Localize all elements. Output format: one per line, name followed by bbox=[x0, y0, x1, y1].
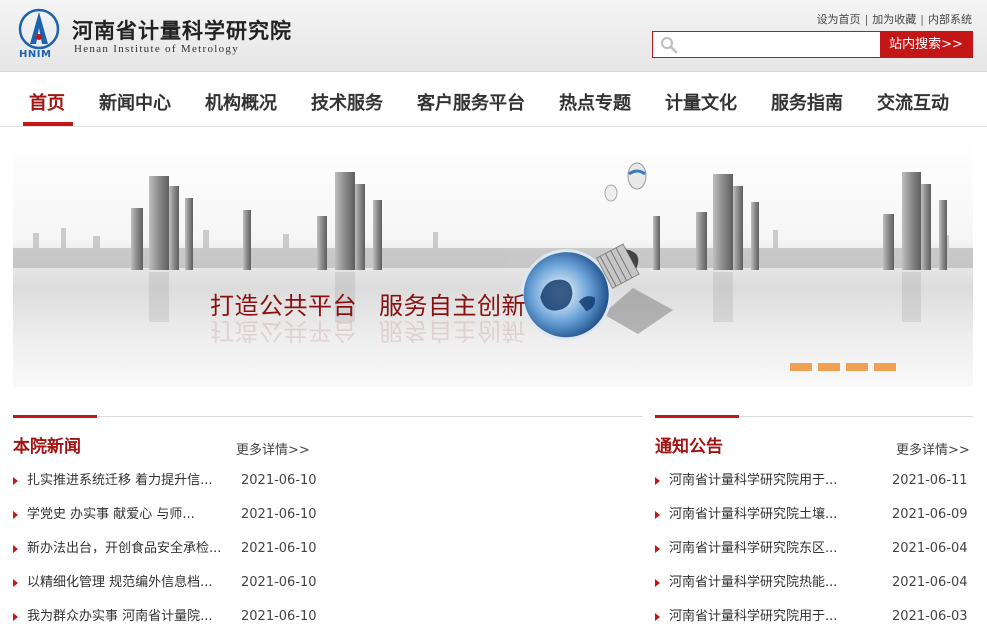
banner-slogan-1-reflection: 打造公共平台 bbox=[210, 317, 357, 345]
top-links: 设为首页 | 加为收藏 | 内部系统 bbox=[817, 11, 972, 27]
news-section-divider bbox=[13, 416, 643, 417]
balloon-icon bbox=[604, 162, 647, 202]
notice-item-title[interactable]: 河南省计量科学研究院土壤... bbox=[669, 504, 837, 526]
site-search-button[interactable]: 站内搜索>> bbox=[880, 32, 972, 57]
logo-text: HNIM bbox=[19, 49, 52, 60]
banner-slogan-reflection: 打造公共平台 服务自主创新 bbox=[210, 316, 526, 351]
nav-item-home[interactable]: 首页 bbox=[29, 89, 65, 115]
notice-item-date: 2021-06-11 bbox=[892, 473, 968, 488]
site-search: 站内搜索>> bbox=[652, 31, 973, 58]
notice-item-title[interactable]: 河南省计量科学研究院热能... bbox=[669, 572, 837, 594]
news-item-title[interactable]: 我为群众办实事 河南省计量院... bbox=[27, 606, 213, 628]
bullet-icon bbox=[655, 613, 660, 621]
top-link-separator: | bbox=[864, 13, 869, 26]
nav-active-indicator bbox=[23, 122, 73, 126]
nav-item-tech-service[interactable]: 技术服务 bbox=[311, 89, 383, 115]
site-title-en: Henan Institute of Metrology bbox=[74, 43, 240, 55]
site-title-cn: 河南省计量科学研究院 bbox=[72, 18, 292, 43]
notice-item-title[interactable]: 河南省计量科学研究院用于... bbox=[669, 470, 837, 492]
nav-item-overview[interactable]: 机构概况 bbox=[205, 89, 277, 115]
bullet-icon bbox=[655, 545, 660, 553]
bullet-icon bbox=[655, 579, 660, 587]
nav-item-interaction[interactable]: 交流互动 bbox=[877, 89, 949, 115]
top-link-separator: | bbox=[920, 13, 924, 26]
notice-item-date: 2021-06-04 bbox=[892, 541, 968, 556]
main-nav: 首页 新闻中心 机构概况 技术服务 客户服务平台 热点专题 计量文化 服务指南 … bbox=[0, 73, 987, 127]
carousel-dot-2[interactable] bbox=[818, 363, 840, 371]
search-input[interactable] bbox=[683, 34, 879, 55]
news-section-accent bbox=[13, 415, 97, 418]
carousel-dot-3[interactable] bbox=[846, 363, 868, 371]
notice-item-date: 2021-06-04 bbox=[892, 575, 968, 590]
add-favorite-link[interactable]: 加为收藏 bbox=[872, 13, 916, 26]
nav-item-metrology-culture[interactable]: 计量文化 bbox=[665, 89, 737, 115]
notice-item-title[interactable]: 河南省计量科学研究院用于... bbox=[669, 606, 837, 628]
news-more-link[interactable]: 更多详情>> bbox=[236, 439, 310, 458]
bullet-icon bbox=[13, 545, 18, 553]
nav-item-news-center[interactable]: 新闻中心 bbox=[99, 89, 171, 115]
lightbulb-globe-icon bbox=[520, 243, 673, 341]
news-item-title[interactable]: 新办法出台，开创食品安全承检... bbox=[27, 538, 221, 560]
news-item-title[interactable]: 扎实推进系统迁移 着力提升信... bbox=[27, 470, 213, 492]
hero-banner[interactable]: 打造公共平台 服务自主创新 打造公共平台 服务自主创新 bbox=[13, 138, 973, 387]
nav-item-customer-platform[interactable]: 客户服务平台 bbox=[417, 89, 525, 115]
notices-section-accent bbox=[655, 415, 739, 418]
carousel-indicators bbox=[790, 356, 902, 375]
news-item-date: 2021-06-10 bbox=[241, 541, 317, 556]
news-item-date: 2021-06-10 bbox=[241, 507, 317, 522]
news-item-title[interactable]: 以精细化管理 规范编外信息档... bbox=[27, 572, 213, 594]
notice-item-title[interactable]: 河南省计量科学研究院东区... bbox=[669, 538, 837, 560]
internal-system-link[interactable]: 内部系统 bbox=[928, 13, 972, 26]
carousel-dot-1[interactable] bbox=[790, 363, 812, 371]
news-section-title: 本院新闻 bbox=[13, 437, 81, 457]
bullet-icon bbox=[655, 511, 660, 519]
bullet-icon bbox=[13, 613, 18, 621]
search-icon bbox=[661, 37, 678, 54]
notices-more-link[interactable]: 更多详情>> bbox=[896, 439, 970, 458]
news-item-date: 2021-06-10 bbox=[241, 473, 317, 488]
bullet-icon bbox=[13, 579, 18, 587]
bullet-icon bbox=[655, 477, 660, 485]
notices-section-title: 通知公告 bbox=[655, 437, 723, 457]
notice-item-date: 2021-06-09 bbox=[892, 507, 968, 522]
nav-item-hot-topics[interactable]: 热点专题 bbox=[559, 89, 631, 115]
news-item-title[interactable]: 学党史 办实事 献爱心 与师... bbox=[27, 504, 195, 526]
set-homepage-link[interactable]: 设为首页 bbox=[817, 13, 861, 26]
banner-slogan-2-reflection: 服务自主创新 bbox=[379, 317, 526, 345]
carousel-dot-4[interactable] bbox=[874, 363, 896, 371]
site-header: HNIM 河南省计量科学研究院 Henan Institute of Metro… bbox=[0, 0, 987, 72]
news-item-date: 2021-06-10 bbox=[241, 609, 317, 624]
notice-item-date: 2021-06-03 bbox=[892, 609, 968, 624]
news-item-date: 2021-06-10 bbox=[241, 575, 317, 590]
bullet-icon bbox=[13, 511, 18, 519]
nav-item-service-guide[interactable]: 服务指南 bbox=[771, 89, 843, 115]
bullet-icon bbox=[13, 477, 18, 485]
